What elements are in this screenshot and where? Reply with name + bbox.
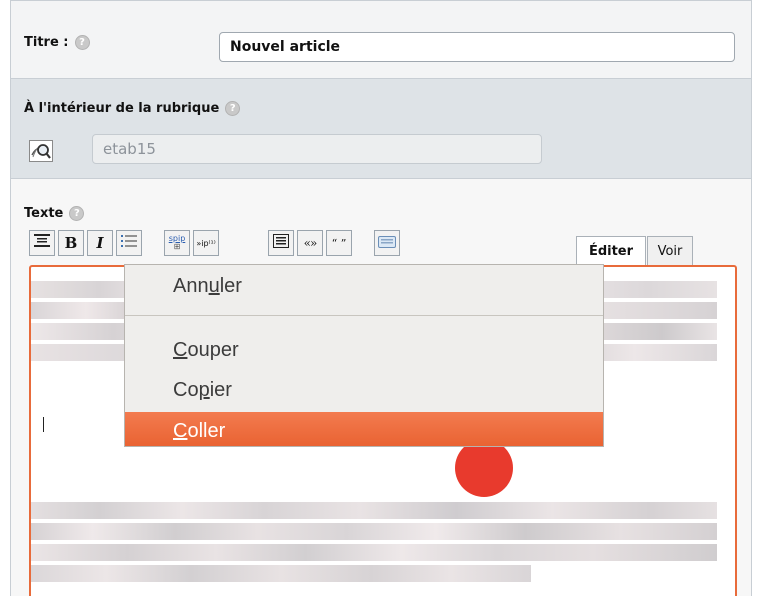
title-label: Titre : [24, 35, 69, 50]
menu-item-undo-label: Ann [173, 275, 209, 297]
bullet-list-icon [121, 234, 137, 252]
section-field: etab15 [92, 134, 542, 164]
keyboard-icon [378, 234, 396, 252]
menu-item-paste[interactable]: Coller [125, 412, 603, 446]
menu-item-undo-label-rest: ler [219, 275, 242, 297]
menu-item-copy[interactable]: Copier [125, 371, 603, 409]
title-input[interactable]: Nouvel article [219, 32, 735, 62]
red-marker [455, 439, 513, 497]
footnote-button[interactable]: »ip⁽¹⁾ [193, 230, 219, 256]
obscured-text [31, 523, 717, 540]
section-picker: À l'intérieur de la rubrique ? etab15 [11, 78, 751, 178]
menu-item-undo-accel: u [208, 275, 220, 297]
paragraph-icon [273, 234, 289, 252]
italic-button[interactable]: I [87, 230, 113, 256]
heading-button[interactable] [29, 230, 55, 256]
text-label: Texte [24, 206, 64, 221]
keyboard-button[interactable] [374, 230, 400, 256]
menu-item-copy-accel: p [198, 379, 210, 401]
tab-edit[interactable]: Éditer [576, 236, 646, 265]
paragraph-button[interactable] [268, 230, 294, 256]
list-button[interactable] [116, 230, 142, 256]
menu-item-undo[interactable]: Annuler [125, 267, 603, 305]
obscured-text [31, 544, 717, 561]
menu-item-copy-label-rest: ier [209, 379, 232, 401]
rubrique-browse-icon[interactable] [29, 140, 53, 162]
menu-item-paste-accel: C [173, 420, 188, 442]
text-caret [43, 417, 44, 432]
help-icon[interactable]: ? [225, 101, 241, 116]
english-quote-button[interactable]: “ ” [326, 230, 352, 256]
french-quote-button[interactable]: «» [297, 230, 323, 256]
intertitle-icon [34, 234, 50, 252]
menu-separator [125, 315, 603, 316]
menu-item-cut[interactable]: Couper [125, 331, 603, 369]
menu-item-cut-accel: C [173, 339, 188, 361]
obscured-text [31, 502, 717, 519]
title-label-group: Titre : ? [24, 35, 90, 50]
section-label-group: À l'intérieur de la rubrique ? [24, 101, 241, 116]
menu-item-copy-label: Co [173, 379, 199, 401]
title-section: Titre : ? Nouvel article [11, 0, 751, 78]
help-icon[interactable]: ? [69, 206, 85, 221]
tab-preview[interactable]: Voir [647, 236, 693, 265]
menu-item-cut-label: ouper [187, 339, 239, 361]
section-label: À l'intérieur de la rubrique [24, 101, 220, 116]
text-label-group: Texte ? [24, 206, 85, 221]
menu-item-paste-label: oller [187, 420, 226, 442]
spip-link-button[interactable]: spip ⊞ [164, 230, 190, 256]
obscured-text [31, 565, 531, 582]
link-icon: ⊞ [173, 242, 181, 251]
bold-button[interactable]: B [58, 230, 84, 256]
context-menu: Annuler Couper Copier Coller [124, 264, 604, 447]
help-icon[interactable]: ? [74, 35, 90, 50]
